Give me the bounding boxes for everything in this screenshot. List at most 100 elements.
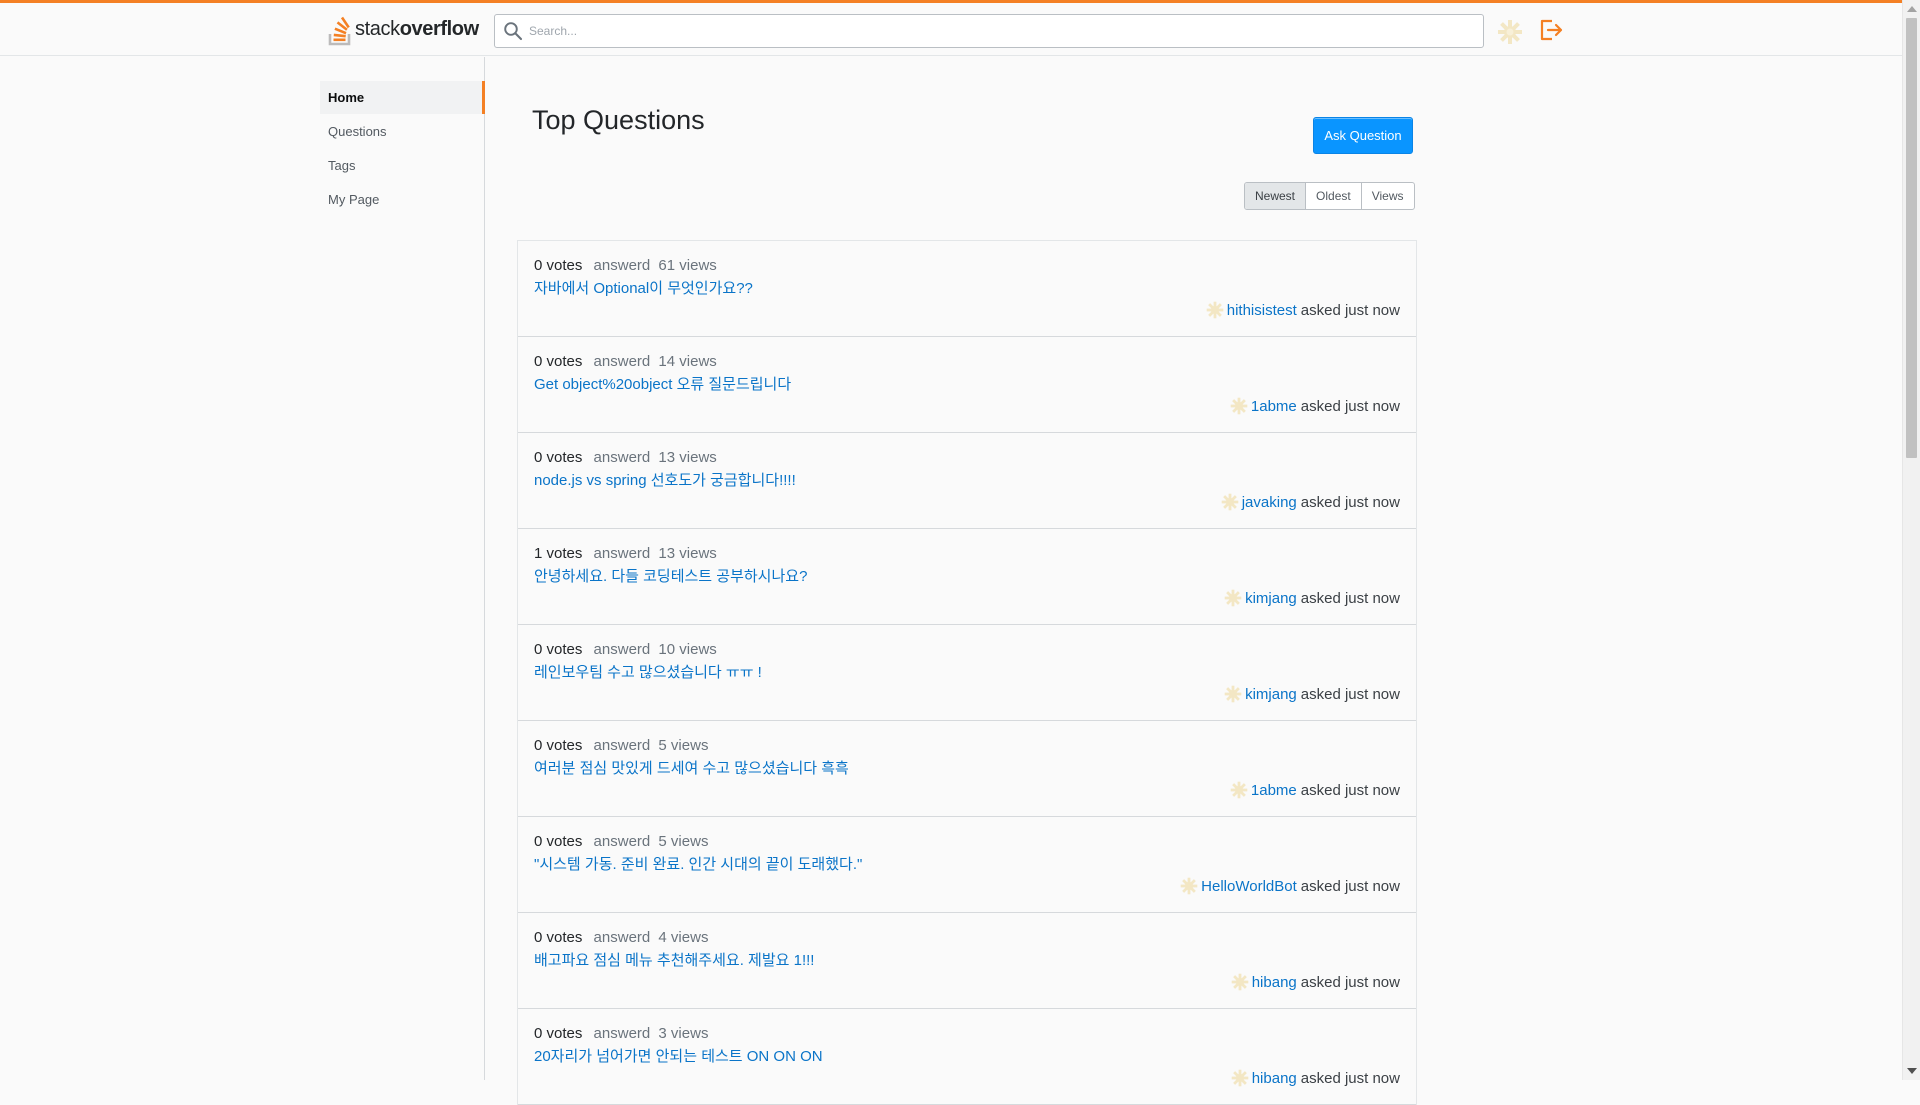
question-item: 0 votes answerd 5 views "시스템 가동. 준비 완료. … (518, 817, 1416, 913)
view-count: 14 views (658, 353, 717, 370)
question-list: 0 votes answerd 61 views 자바에서 Optional이 … (517, 240, 1417, 1105)
question-stats: 0 votes answerd 3 views (534, 1025, 708, 1042)
author-link[interactable]: hithisistest (1227, 302, 1297, 319)
question-item: 0 votes answerd 5 views 여러분 점심 맛있게 드세여 수… (518, 721, 1416, 817)
asked-time: asked just now (1300, 589, 1400, 607)
view-count: 5 views (658, 833, 709, 850)
question-item: 0 votes answerd 4 views 배고파요 점심 메뉴 추천해주세… (518, 913, 1416, 1009)
question-author-meta: kimjang asked just now (1224, 589, 1400, 607)
user-avatar-icon (1231, 973, 1249, 991)
sidebar-item-home[interactable]: Home (320, 81, 485, 114)
asked-time: asked just now (1300, 397, 1400, 415)
logo-wordmark: stackoverflow (355, 18, 479, 41)
answer-status: answerd (593, 1025, 651, 1042)
question-item: 0 votes answerd 61 views 자바에서 Optional이 … (518, 241, 1416, 337)
answer-status: answerd (593, 833, 651, 850)
avatar-icon[interactable] (1497, 19, 1523, 45)
author-link[interactable]: HelloWorldBot (1201, 878, 1297, 895)
sort-oldest-button[interactable]: Oldest (1306, 183, 1362, 209)
site-logo[interactable]: stackoverflow (327, 12, 479, 46)
question-stats: 0 votes answerd 5 views (534, 833, 708, 850)
sidebar-item-tags[interactable]: Tags (320, 149, 484, 182)
author-link[interactable]: kimjang (1245, 590, 1297, 607)
question-author-meta: 1abme asked just now (1230, 781, 1400, 799)
answer-status: answerd (593, 929, 651, 946)
logout-icon[interactable] (1538, 17, 1564, 43)
question-author-meta: hibang asked just now (1231, 973, 1400, 991)
answer-status: answerd (593, 257, 651, 274)
scroll-thumb[interactable] (1906, 18, 1917, 458)
view-count: 4 views (658, 929, 709, 946)
view-count: 10 views (658, 641, 717, 658)
question-author-meta: hithisistest asked just now (1206, 301, 1400, 319)
top-bar: stackoverflow (0, 0, 1902, 56)
question-title-link[interactable]: 자바에서 Optional이 무엇인가요?? (534, 277, 753, 298)
stackoverflow-logo-icon (328, 16, 351, 45)
ask-question-button[interactable]: Ask Question (1313, 117, 1413, 154)
question-item: 1 votes answerd 13 views 안녕하세요. 다들 코딩테스트… (518, 529, 1416, 625)
answer-status: answerd (593, 641, 651, 658)
view-count: 13 views (658, 449, 717, 466)
question-title-link[interactable]: Get object%20object 오류 질문드립니다 (534, 373, 791, 394)
view-count: 13 views (658, 545, 717, 562)
sidebar-item-questions[interactable]: Questions (320, 115, 484, 148)
sort-views-button[interactable]: Views (1362, 183, 1414, 209)
vote-count: 0 votes (534, 1025, 583, 1042)
view-count: 5 views (658, 737, 709, 754)
search-input[interactable] (527, 15, 1477, 47)
scroll-down-arrow-icon[interactable] (1907, 1068, 1917, 1074)
search-box[interactable] (494, 14, 1484, 48)
question-author-meta: kimjang asked just now (1224, 685, 1400, 703)
vote-count: 0 votes (534, 833, 583, 850)
question-stats: 1 votes answerd 13 views (534, 545, 717, 562)
page-title: Top Questions (532, 105, 705, 135)
view-count: 61 views (658, 257, 717, 274)
vote-count: 0 votes (534, 641, 583, 658)
sidebar-item-my-page[interactable]: My Page (320, 183, 484, 216)
question-stats: 0 votes answerd 14 views (534, 353, 717, 370)
vote-count: 0 votes (534, 353, 583, 370)
answer-status: answerd (593, 545, 651, 562)
question-title-link[interactable]: node.js vs spring 선호도가 궁금합니다!!!! (534, 469, 796, 490)
user-avatar-icon (1230, 397, 1248, 415)
author-link[interactable]: 1abme (1251, 398, 1297, 415)
question-stats: 0 votes answerd 61 views (534, 257, 717, 274)
answer-status: answerd (593, 737, 651, 754)
question-title-link[interactable]: 레인보우팀 수고 많으셨습니다 ㅠㅠ ! (534, 661, 762, 682)
author-link[interactable]: hibang (1252, 974, 1297, 991)
answer-status: answerd (593, 353, 651, 370)
question-stats: 0 votes answerd 5 views (534, 737, 708, 754)
user-avatar-icon (1221, 493, 1239, 511)
author-link[interactable]: kimjang (1245, 686, 1297, 703)
view-count: 3 views (658, 1025, 709, 1042)
author-link[interactable]: 1abme (1251, 782, 1297, 799)
vote-count: 0 votes (534, 929, 583, 946)
asked-time: asked just now (1300, 301, 1400, 319)
author-link[interactable]: hibang (1252, 1070, 1297, 1087)
user-avatar-icon (1231, 1069, 1249, 1087)
user-avatar-icon (1224, 589, 1242, 607)
question-stats: 0 votes answerd 10 views (534, 641, 717, 658)
user-avatar-icon (1224, 685, 1242, 703)
user-avatar-icon (1180, 877, 1198, 895)
question-item: 0 votes answerd 3 views 20자리가 넘어가면 안되는 테… (518, 1009, 1416, 1105)
question-title-link[interactable]: 안녕하세요. 다들 코딩테스트 공부하시나요? (534, 565, 807, 586)
question-stats: 0 votes answerd 4 views (534, 929, 708, 946)
question-title-link[interactable]: 여러분 점심 맛있게 드세여 수고 많으셨습니다 흑흑 (534, 757, 849, 778)
question-title-link[interactable]: "시스템 가동. 준비 완료. 인간 시대의 끝이 도래했다." (534, 853, 862, 874)
page-scrollbar[interactable] (1902, 0, 1920, 1080)
vote-count: 0 votes (534, 737, 583, 754)
question-title-link[interactable]: 20자리가 넘어가면 안되는 테스트 ON ON ON (534, 1045, 823, 1066)
question-stats: 0 votes answerd 13 views (534, 449, 717, 466)
question-author-meta: HelloWorldBot asked just now (1180, 877, 1400, 895)
asked-time: asked just now (1300, 493, 1400, 511)
logo-text-stack: stack (355, 17, 400, 40)
question-title-link[interactable]: 배고파요 점심 메뉴 추천해주세요. 제발요 1!!! (534, 949, 814, 970)
scroll-up-arrow-icon[interactable] (1907, 6, 1917, 12)
asked-time: asked just now (1300, 877, 1400, 895)
left-sidebar: Home Questions Tags My Page (0, 57, 485, 1080)
user-avatar-icon (1230, 781, 1248, 799)
author-link[interactable]: javaking (1242, 494, 1297, 511)
sort-newest-button[interactable]: Newest (1245, 183, 1307, 209)
logo-text-overflow: overflow (399, 17, 479, 40)
